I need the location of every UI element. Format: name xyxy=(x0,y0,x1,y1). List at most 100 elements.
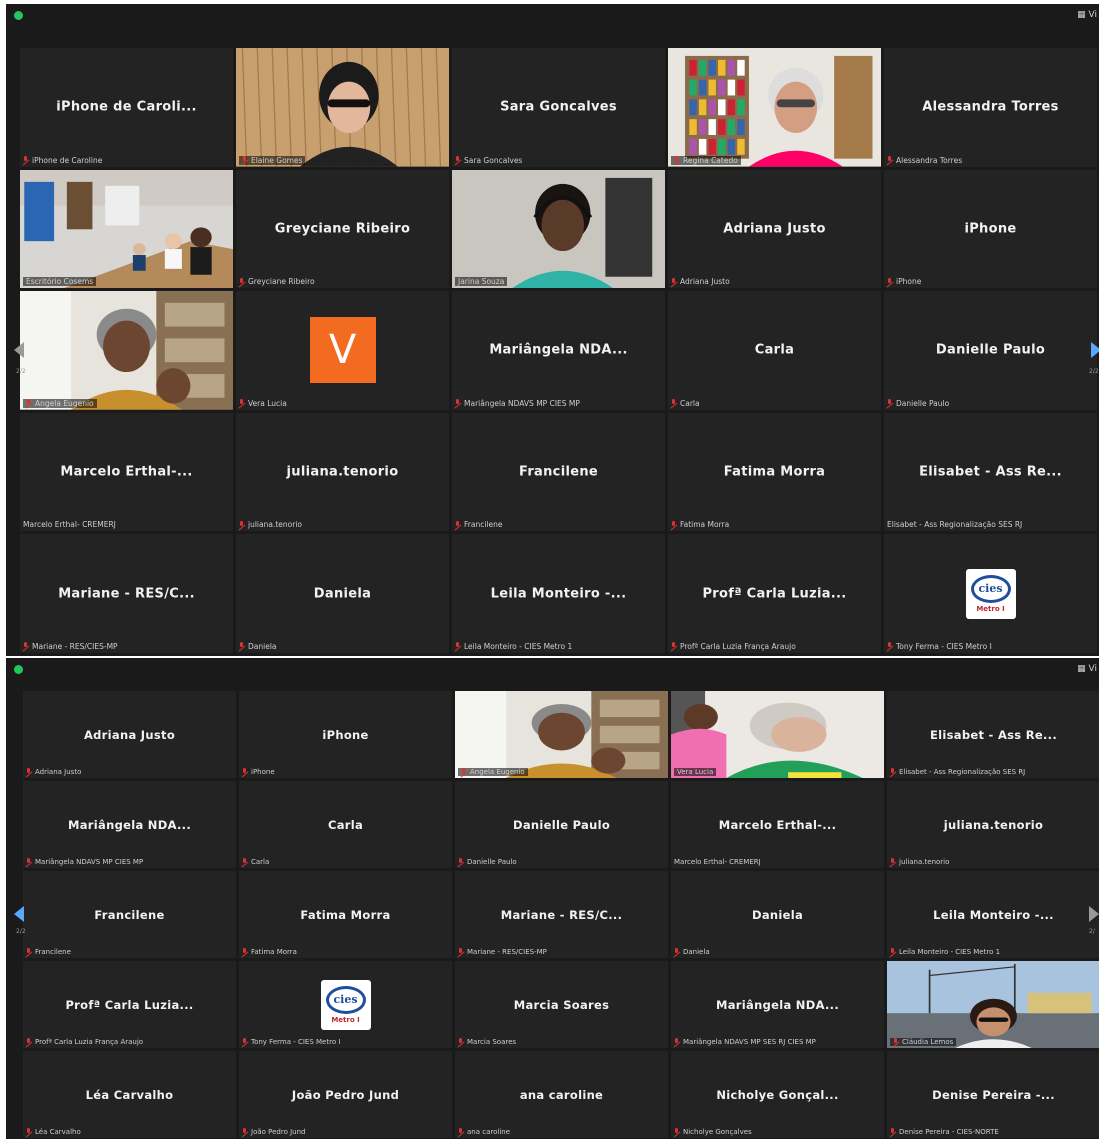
participant-name-label: Vera Lucia xyxy=(239,399,287,408)
participant-label-text: Elaine Gomes xyxy=(251,155,303,165)
participant-tile-daniela[interactable]: Daniela Daniela xyxy=(671,871,884,958)
participant-name-label: Mariângela NDAVS MP CIES MP xyxy=(26,858,143,866)
participant-tile-juliana-tenorio[interactable]: juliana.tenorio juliana.tenorio xyxy=(236,412,449,532)
participant-display-name: iPhone xyxy=(964,221,1017,237)
participant-name-label: Alessandra Torres xyxy=(887,156,962,165)
participant-display-name: ana caroline xyxy=(519,1087,604,1102)
participant-tile-alessandra-torres[interactable]: Alessandra Torres Alessandra Torres xyxy=(884,48,1097,167)
prev-page-icon[interactable] xyxy=(14,906,24,922)
participant-tile-angela-eugenio[interactable]: Angela Eugenio xyxy=(20,291,233,410)
participant-tile-leila-monteiro-cies-metro-1[interactable]: Leila Monteiro -... Leila Monteiro - CIES… xyxy=(452,534,665,653)
next-page-icon[interactable] xyxy=(1091,342,1099,358)
view-button[interactable]: ▦ Vi xyxy=(1077,664,1097,674)
participant-tile-juliana-tenorio[interactable]: juliana.tenorio juliana.tenorio xyxy=(887,781,1099,868)
mic-muted-icon xyxy=(671,520,677,529)
participant-tile-iphone[interactable]: iPhone iPhone xyxy=(239,691,452,778)
participant-tile-mariane-res-cies-mp[interactable]: Mariane - RES/C... Mariane - RES/CIES-MP xyxy=(20,534,233,653)
participant-tile-elisabet-ass-regionalizacao-ses-rj[interactable]: Elisabet - Ass Re... Elisabet - Ass Regio… xyxy=(884,412,1097,532)
participant-tile-ana-caroline[interactable]: ana caroline ana caroline xyxy=(455,1051,668,1138)
cies-logo: cies Metro I xyxy=(965,568,1016,619)
participant-tile-adriana-justo[interactable]: Adriana Justo Adriana Justo xyxy=(668,169,881,289)
mic-muted-icon xyxy=(890,1128,896,1136)
participant-name-label: Fatima Morra xyxy=(671,520,729,529)
participant-display-name: Leila Monteiro -... xyxy=(933,907,1054,922)
gallery-grid: iPhone de Caroli... iPhone de Caroline Ela… xyxy=(20,48,1097,653)
participant-name-label: Daniela xyxy=(674,948,710,956)
mic-muted-icon xyxy=(887,399,893,407)
participant-tile-iphone[interactable]: iPhone iPhone xyxy=(884,169,1097,289)
participant-tile-claudia-lemos[interactable]: Cláudia Lemos xyxy=(887,961,1099,1048)
participant-tile-tony-ferma-cies-metro-i[interactable]: cies Metro I Tony Ferma - CIES Metro I xyxy=(239,961,452,1048)
participant-display-name: juliana.tenorio xyxy=(286,464,399,480)
participant-display-name: Daniela xyxy=(751,907,804,922)
participant-name-label: Tony Ferma - CIES Metro I xyxy=(887,642,992,651)
participant-tile-joao-pedro-jund[interactable]: João Pedro Jund João Pedro Jund xyxy=(239,1051,452,1138)
participant-tile-danielle-paulo[interactable]: Danielle Paulo Danielle Paulo xyxy=(884,291,1097,410)
security-shield-icon[interactable] xyxy=(14,11,23,20)
participant-tile-vera-lucia[interactable]: Vera Lucia xyxy=(671,691,884,778)
participant-tile-elaine-gomes[interactable]: Elaine Gomes xyxy=(236,48,449,167)
mic-muted-icon xyxy=(239,399,245,407)
next-page-icon[interactable] xyxy=(1089,906,1099,922)
participant-video xyxy=(20,169,233,289)
participant-tile-mariangela-ndavs-mp-ses-rj-cies-mp[interactable]: Mariângela NDA... Mariângela NDAVS MP SES… xyxy=(671,961,884,1048)
participant-tile-sara-goncalves[interactable]: Sara Goncalves Sara Goncalves xyxy=(452,48,665,167)
participant-tile-leila-monteiro-cies-metro-1[interactable]: Leila Monteiro -... Leila Monteiro - CIES… xyxy=(887,871,1099,958)
mic-muted-icon xyxy=(26,768,32,776)
security-shield-icon[interactable] xyxy=(14,665,23,674)
participant-label-text: Greyciane Ribeiro xyxy=(248,277,315,287)
participant-tile-vera-lucia[interactable]: V Vera Lucia xyxy=(236,291,449,410)
participant-tile-marcelo-erthal-cremerj[interactable]: Marcelo Erthal-... Marcelo Erthal- CREMER… xyxy=(671,781,884,868)
participant-label-text: Danielle Paulo xyxy=(896,398,950,408)
participant-label-text: Marcia Soares xyxy=(467,1038,517,1046)
participant-display-name: iPhone xyxy=(322,727,369,742)
participant-tile-tony-ferma-cies-metro-i[interactable]: cies Metro I Tony Ferma - CIES Metro I xyxy=(884,534,1097,653)
participant-tile-francilene[interactable]: Francilene Francilene xyxy=(452,412,665,532)
participant-tile-nicholye-goncalves[interactable]: Nicholye Gonçal... Nicholye Gonçalves xyxy=(671,1051,884,1138)
participant-tile-francilene[interactable]: Francilene Francilene xyxy=(23,871,236,958)
participant-label-text: Daniela xyxy=(683,948,710,956)
participant-name-label: Elisabet - Ass Regionalização SES RJ xyxy=(887,520,1022,529)
participant-tile-daniela[interactable]: Daniela Daniela xyxy=(236,534,449,653)
participant-tile-angela-eugenio[interactable]: Angela Eugenio xyxy=(455,691,668,778)
participant-tile-danielle-paulo[interactable]: Danielle Paulo Danielle Paulo xyxy=(455,781,668,868)
participant-label-text: Danielle Paulo xyxy=(467,858,517,866)
participant-label-text: Vera Lucia xyxy=(248,398,287,408)
mic-muted-icon xyxy=(458,948,464,956)
participant-tile-denise-pereira-cies-norte[interactable]: Denise Pereira -... Denise Pereira - CIES… xyxy=(887,1051,1099,1138)
participant-display-name: iPhone de Caroli... xyxy=(56,99,197,115)
participant-video xyxy=(20,291,233,410)
mic-muted-icon xyxy=(893,1038,899,1046)
participant-tile-prof-carla-luzia-franca-araujo[interactable]: Profª Carla Luzia... Profª Carla Luzia Fr… xyxy=(668,534,881,653)
participant-tile-prof-carla-luzia-franca-araujo[interactable]: Profª Carla Luzia... Profª Carla Luzia Fr… xyxy=(23,961,236,1048)
participant-name-label: Regina Catedo xyxy=(671,155,741,165)
participant-name-label: João Pedro Jund xyxy=(242,1128,305,1136)
participant-tile-jarina-souza[interactable]: Jarina Souza xyxy=(452,169,665,289)
participant-tile-greyciane-ribeiro[interactable]: Greyciane Ribeiro Greyciane Ribeiro xyxy=(236,169,449,289)
participant-tile-marcelo-erthal-cremerj[interactable]: Marcelo Erthal-... Marcelo Erthal- CREMER… xyxy=(20,412,233,532)
participant-tile-marcia-soares[interactable]: Marcia Soares Marcia Soares xyxy=(455,961,668,1048)
participant-display-name: Profª Carla Luzia... xyxy=(65,997,194,1012)
mic-muted-icon xyxy=(23,642,29,650)
participant-tile-adriana-justo[interactable]: Adriana Justo Adriana Justo xyxy=(23,691,236,778)
participant-tile-lea-carvalho[interactable]: Léa Carvalho Léa Carvalho xyxy=(23,1051,236,1138)
participant-tile-escritorio-cosems[interactable]: Escritório Cosems xyxy=(20,169,233,289)
participant-tile-iphone-de-caroline[interactable]: iPhone de Caroli... iPhone de Caroline xyxy=(20,48,233,167)
participant-name-label: Danielle Paulo xyxy=(887,399,949,408)
participant-tile-mariane-res-cies-mp[interactable]: Mariane - RES/C... Mariane - RES/CIES-MP xyxy=(455,871,668,958)
participant-tile-fatima-morra[interactable]: Fatima Morra Fatima Morra xyxy=(239,871,452,958)
participant-tile-mariangela-ndavs-mp-cies-mp[interactable]: Mariângela NDA... Mariângela NDAVS MP CIE… xyxy=(23,781,236,868)
page-indicator-right: 2/ xyxy=(1089,928,1095,935)
participant-tile-carla[interactable]: Carla Carla xyxy=(239,781,452,868)
participant-tile-mariangela-ndavs-mp-cies-mp[interactable]: Mariângela NDA... Mariângela NDAVS MP CIE… xyxy=(452,291,665,410)
participant-display-name: Marcelo Erthal-... xyxy=(60,464,193,480)
participant-name-label: Elaine Gomes xyxy=(239,155,306,165)
participant-name-label: Leila Monteiro - CIES Metro 1 xyxy=(455,642,572,651)
participant-tile-regina-catedo[interactable]: Regina Catedo xyxy=(668,48,881,167)
prev-page-icon[interactable] xyxy=(14,342,24,358)
participant-tile-elisabet-ass-regionalizacao-ses-rj[interactable]: Elisabet - Ass Re... Elisabet - Ass Regio… xyxy=(887,691,1099,778)
participant-tile-carla[interactable]: Carla Carla xyxy=(668,291,881,410)
view-button[interactable]: ▦ Vi xyxy=(1077,10,1097,20)
participant-tile-fatima-morra[interactable]: Fatima Morra Fatima Morra xyxy=(668,412,881,532)
participant-display-name: Elisabet - Ass Re... xyxy=(929,727,1057,742)
